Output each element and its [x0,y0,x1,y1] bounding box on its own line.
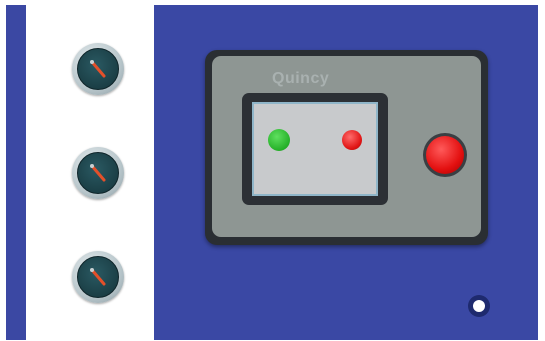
display-frame [242,93,388,205]
compressor-screen: Quincy [0,0,545,341]
controller-bezel: Quincy [212,56,481,237]
pressure-gauge-icon[interactable] [72,147,124,199]
green-led-icon [268,129,290,151]
red-led-icon [342,130,362,150]
controller-unit: Quincy [205,50,488,245]
left-panel-strip [6,5,26,340]
right-edge [538,5,545,340]
stop-button[interactable] [423,133,467,177]
pressure-gauge-icon[interactable] [72,251,124,303]
display-screen[interactable] [252,102,378,196]
stop-button-icon [426,136,464,174]
brand-label: Quincy [272,70,330,87]
pressure-gauge-icon[interactable] [72,43,124,95]
indicator-light-icon[interactable] [468,295,490,317]
